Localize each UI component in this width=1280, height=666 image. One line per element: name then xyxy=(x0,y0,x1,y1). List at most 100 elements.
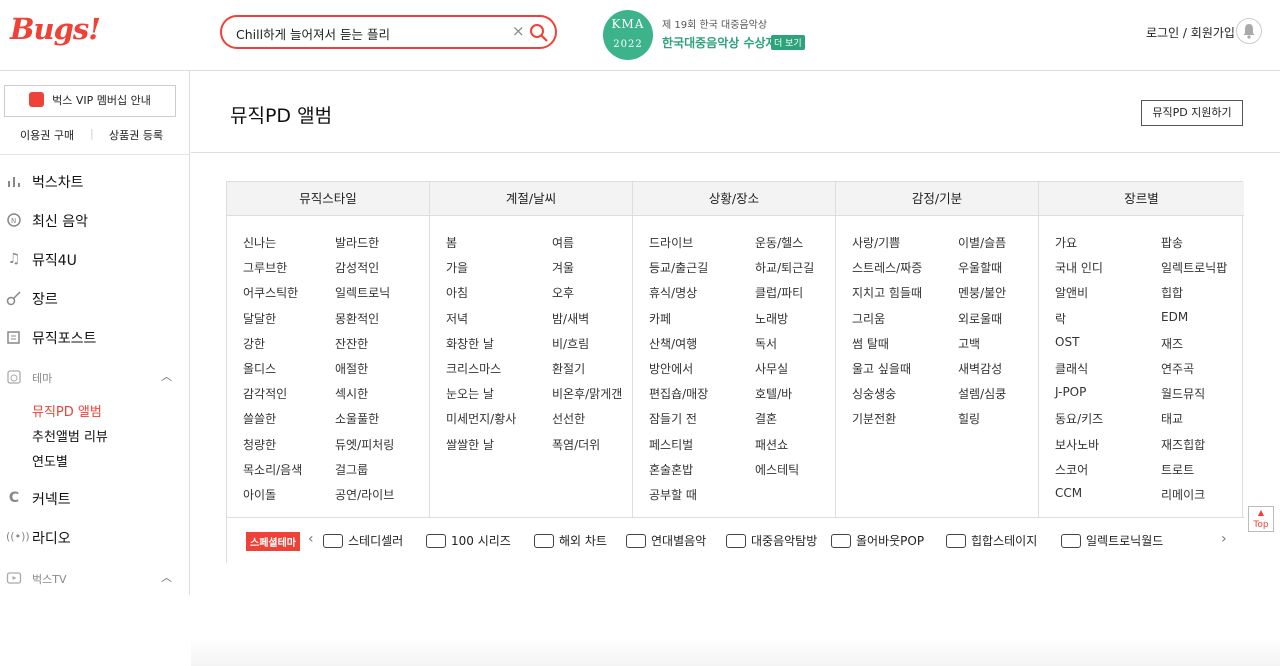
category-link[interactable]: 국내 인디 xyxy=(1055,259,1103,276)
category-link[interactable]: 팝송 xyxy=(1161,234,1183,251)
category-link[interactable]: 스코어 xyxy=(1055,461,1088,478)
category-link[interactable]: 청량한 xyxy=(243,436,276,453)
category-link[interactable]: 편집숍/매장 xyxy=(649,385,708,402)
category-link[interactable]: 설렘/심쿵 xyxy=(958,385,1006,402)
category-link[interactable]: 가을 xyxy=(446,259,468,276)
chevron-right-icon[interactable]: › xyxy=(1221,531,1227,547)
category-link[interactable]: 감각적인 xyxy=(243,385,287,402)
category-link[interactable]: 목소리/음색 xyxy=(243,461,302,478)
category-link[interactable]: 지치고 힘들때 xyxy=(852,284,922,301)
category-link[interactable]: 저녁 xyxy=(446,310,468,327)
category-link[interactable]: 하교/퇴근길 xyxy=(755,259,814,276)
category-link[interactable]: 고백 xyxy=(958,335,980,352)
category-link[interactable]: 새벽감성 xyxy=(958,360,1002,377)
category-link[interactable]: 애절한 xyxy=(335,360,368,377)
category-link[interactable]: 썸 탈때 xyxy=(852,335,889,352)
category-link[interactable]: 사무실 xyxy=(755,360,788,377)
chevron-left-icon[interactable]: ‹ xyxy=(308,531,314,547)
purchase-link[interactable]: 이용권 구매 xyxy=(20,127,74,143)
category-link[interactable]: 리메이크 xyxy=(1161,486,1205,503)
category-link[interactable]: 힙합 xyxy=(1161,284,1183,301)
sidebar-sub-musicpd[interactable]: 뮤직PD 앨범 xyxy=(32,401,102,420)
search-input[interactable] xyxy=(236,23,506,43)
category-link[interactable]: 봄 xyxy=(446,234,457,251)
search-icon[interactable] xyxy=(529,23,549,43)
category-link[interactable]: 비온후/맑게갠 xyxy=(552,385,622,402)
category-link[interactable]: 듀엣/피처링 xyxy=(335,436,394,453)
category-link[interactable]: 눈오는 날 xyxy=(446,385,494,402)
category-link[interactable]: 크리스마스 xyxy=(446,360,501,377)
voucher-link[interactable]: 상품권 등록 xyxy=(109,127,163,143)
category-link[interactable]: 기분전환 xyxy=(852,410,896,427)
category-link[interactable]: 에스테틱 xyxy=(755,461,799,478)
scroll-top-button[interactable]: ▲ Top xyxy=(1248,506,1274,532)
kma-more-button[interactable]: 더 보기 xyxy=(771,35,805,50)
category-link[interactable]: 울고 싶을때 xyxy=(852,360,911,377)
category-link[interactable]: 연주곡 xyxy=(1161,360,1194,377)
category-link[interactable]: 방안에서 xyxy=(649,360,693,377)
category-link[interactable]: 클럽/파티 xyxy=(755,284,803,301)
bugs-logo[interactable]: Bugs! xyxy=(10,12,101,46)
special-theme-link[interactable]: 올어바웃POP xyxy=(831,532,924,549)
category-link[interactable]: J-POP xyxy=(1055,385,1086,399)
category-link[interactable]: 일렉트로닉 xyxy=(335,284,390,301)
category-link[interactable]: 혼술혼밥 xyxy=(649,461,693,478)
category-link[interactable]: 아침 xyxy=(446,284,468,301)
clear-icon[interactable]: × xyxy=(512,22,525,40)
category-link[interactable]: 여름 xyxy=(552,234,574,251)
category-link[interactable]: 동요/키즈 xyxy=(1055,410,1103,427)
category-link[interactable]: 발라드한 xyxy=(335,234,379,251)
sidebar-sub-review[interactable]: 추천앨범 리뷰 xyxy=(32,426,108,445)
category-link[interactable]: 등교/출근길 xyxy=(649,259,708,276)
category-link[interactable]: 카페 xyxy=(649,310,671,327)
sidebar-sub-year[interactable]: 연도별 xyxy=(32,451,68,470)
category-link[interactable]: 잔잔한 xyxy=(335,335,368,352)
vip-membership-button[interactable]: 벅스 VIP 멤버십 안내 xyxy=(4,85,176,117)
category-link[interactable]: 트로트 xyxy=(1161,461,1194,478)
special-theme-link[interactable]: 연대별음악 xyxy=(626,532,706,549)
category-link[interactable]: 폭염/더위 xyxy=(552,436,600,453)
category-link[interactable]: 강한 xyxy=(243,335,265,352)
category-link[interactable]: 결혼 xyxy=(755,410,777,427)
category-link[interactable]: 운동/헬스 xyxy=(755,234,803,251)
category-link[interactable]: 가요 xyxy=(1055,234,1077,251)
category-link[interactable]: 걸그룹 xyxy=(335,461,368,478)
category-link[interactable]: 비/흐림 xyxy=(552,335,589,352)
special-theme-link[interactable]: 스테디셀러 xyxy=(323,532,403,549)
category-link[interactable]: 락 xyxy=(1055,310,1066,327)
category-link[interactable]: 월드뮤직 xyxy=(1161,385,1205,402)
category-link[interactable]: 쓸쓸한 xyxy=(243,410,276,427)
category-link[interactable]: 오후 xyxy=(552,284,574,301)
category-link[interactable]: 몽환적인 xyxy=(335,310,379,327)
chevron-up-icon[interactable]: ︿ xyxy=(161,569,172,585)
chevron-up-icon[interactable]: ︿ xyxy=(161,368,172,384)
category-link[interactable]: 산책/여행 xyxy=(649,335,697,352)
category-link[interactable]: 우울할때 xyxy=(958,259,1002,276)
category-link[interactable]: 일렉트로닉팝 xyxy=(1161,259,1227,276)
kma-title[interactable]: 한국대중음악상 수상자 xyxy=(662,34,777,51)
category-link[interactable]: OST xyxy=(1055,335,1079,349)
category-link[interactable]: 공부할 때 xyxy=(649,486,697,503)
category-link[interactable]: 휴식/명상 xyxy=(649,284,697,301)
category-link[interactable]: 환절기 xyxy=(552,360,585,377)
category-link[interactable]: 패션쇼 xyxy=(755,436,788,453)
category-link[interactable]: 클래식 xyxy=(1055,360,1088,377)
category-link[interactable]: 사랑/기쁨 xyxy=(852,234,900,251)
category-link[interactable]: 알앤비 xyxy=(1055,284,1088,301)
category-link[interactable]: 그루브한 xyxy=(243,259,287,276)
category-link[interactable]: 스트레스/짜증 xyxy=(852,259,922,276)
category-link[interactable]: 아이돌 xyxy=(243,486,276,503)
special-theme-link[interactable]: 100 시리즈 xyxy=(426,532,511,549)
category-link[interactable]: 그리움 xyxy=(852,310,885,327)
category-link[interactable]: 섹시한 xyxy=(335,385,368,402)
category-link[interactable]: 올디스 xyxy=(243,360,276,377)
category-link[interactable]: 페스티벌 xyxy=(649,436,693,453)
category-link[interactable]: 밤/새벽 xyxy=(552,310,589,327)
category-link[interactable]: 멘붕/불안 xyxy=(958,284,1006,301)
category-link[interactable]: 노래방 xyxy=(755,310,788,327)
category-link[interactable]: 감성적인 xyxy=(335,259,379,276)
category-link[interactable]: EDM xyxy=(1161,310,1188,324)
category-link[interactable]: 선선한 xyxy=(552,410,585,427)
category-link[interactable]: 재즈 xyxy=(1161,335,1183,352)
category-link[interactable]: 소울풀한 xyxy=(335,410,379,427)
